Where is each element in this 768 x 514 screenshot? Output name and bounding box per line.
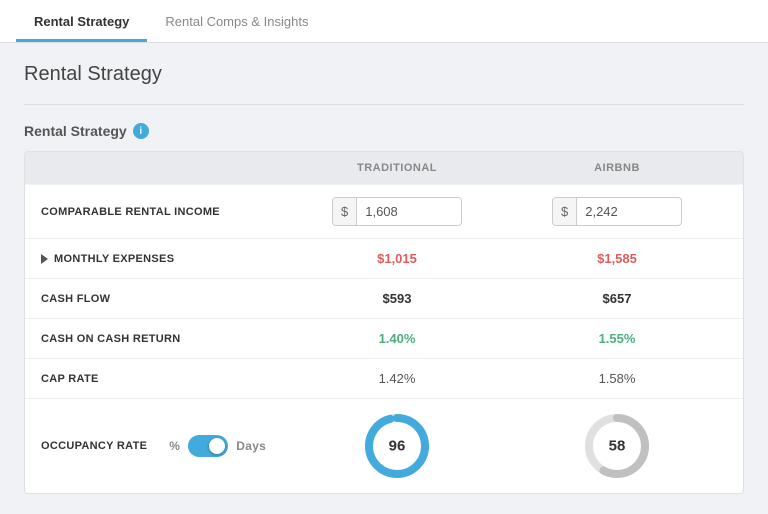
- expand-icon[interactable]: [41, 254, 48, 264]
- row-trad-monthly-expenses: $1,015: [287, 251, 507, 266]
- donut-airbnb-label: 58: [609, 438, 626, 455]
- trad-prefix: $: [333, 198, 357, 225]
- donut-trad-label: 96: [389, 438, 406, 455]
- donut-trad: 96: [362, 411, 432, 481]
- row-label-occupancy: OCCUPANCY RATE % Days: [41, 435, 287, 457]
- info-icon[interactable]: i: [133, 123, 149, 139]
- table-row: COMPARABLE RENTAL INCOME $ $: [25, 184, 743, 238]
- row-label-comparable-rental-income: COMPARABLE RENTAL INCOME: [41, 206, 287, 218]
- occupancy-toggle[interactable]: [188, 435, 228, 457]
- row-trad-occupancy: 96: [287, 411, 507, 481]
- airbnb-input[interactable]: [577, 198, 657, 225]
- table-row: CASH ON CASH RETURN 1.40% 1.55%: [25, 318, 743, 358]
- header-col-traditional: TRADITIONAL: [287, 162, 507, 174]
- input-group-airbnb: $: [552, 197, 682, 226]
- tab-rental-strategy[interactable]: Rental Strategy: [16, 0, 147, 42]
- row-airbnb-occupancy: 58: [507, 411, 727, 481]
- table-row: MONTHLY EXPENSES $1,015 $1,585: [25, 238, 743, 278]
- trad-monthly-expenses-value: $1,015: [377, 251, 417, 266]
- page-title: Rental Strategy: [24, 63, 744, 86]
- trad-cap-rate-value: 1.42%: [379, 371, 416, 386]
- tab-rental-comps[interactable]: Rental Comps & Insights: [147, 0, 326, 42]
- page-content: Rental Strategy Rental Strategy i TRADIT…: [0, 43, 768, 514]
- row-trad-cash-flow: $593: [287, 291, 507, 306]
- row-trad-comparable-rental-income: $: [287, 197, 507, 226]
- airbnb-monthly-expenses-value: $1,585: [597, 251, 637, 266]
- row-airbnb-cash-on-cash: 1.55%: [507, 331, 727, 346]
- row-airbnb-cash-flow: $657: [507, 291, 727, 306]
- row-label-cash-flow: CASH FLOW: [41, 293, 287, 305]
- trad-cash-flow-value: $593: [383, 291, 412, 306]
- table-row: CASH FLOW $593 $657: [25, 278, 743, 318]
- toggle-container: % Days: [169, 435, 266, 457]
- airbnb-cap-rate-value: 1.58%: [599, 371, 636, 386]
- row-airbnb-comparable-rental-income: $: [507, 197, 727, 226]
- row-airbnb-monthly-expenses: $1,585: [507, 251, 727, 266]
- trad-input[interactable]: [357, 198, 437, 225]
- section-heading: Rental Strategy i: [24, 123, 744, 139]
- row-trad-cap-rate: 1.42%: [287, 371, 507, 386]
- trad-cash-on-cash-value: 1.40%: [379, 331, 416, 346]
- divider: [24, 104, 744, 105]
- table-header: TRADITIONAL AIRBNB: [25, 152, 743, 184]
- input-group-trad: $: [332, 197, 462, 226]
- donut-airbnb: 58: [582, 411, 652, 481]
- header-col-airbnb: AIRBNB: [507, 162, 727, 174]
- header-col-label: [41, 162, 287, 174]
- row-label-cap-rate: CAP RATE: [41, 373, 287, 385]
- row-label-cash-on-cash: CASH ON CASH RETURN: [41, 333, 287, 345]
- toggle-days-label: Days: [236, 439, 266, 453]
- table-row: CAP RATE 1.42% 1.58%: [25, 358, 743, 398]
- row-label-monthly-expenses: MONTHLY EXPENSES: [41, 253, 287, 265]
- airbnb-prefix: $: [553, 198, 577, 225]
- section-heading-text: Rental Strategy: [24, 123, 127, 139]
- table-row: OCCUPANCY RATE % Days 96: [25, 398, 743, 493]
- row-airbnb-cap-rate: 1.58%: [507, 371, 727, 386]
- airbnb-cash-flow-value: $657: [603, 291, 632, 306]
- strategy-table: TRADITIONAL AIRBNB COMPARABLE RENTAL INC…: [24, 151, 744, 494]
- airbnb-cash-on-cash-value: 1.55%: [599, 331, 636, 346]
- tab-bar: Rental Strategy Rental Comps & Insights: [0, 0, 768, 43]
- toggle-pct-label: %: [169, 439, 180, 453]
- row-trad-cash-on-cash: 1.40%: [287, 331, 507, 346]
